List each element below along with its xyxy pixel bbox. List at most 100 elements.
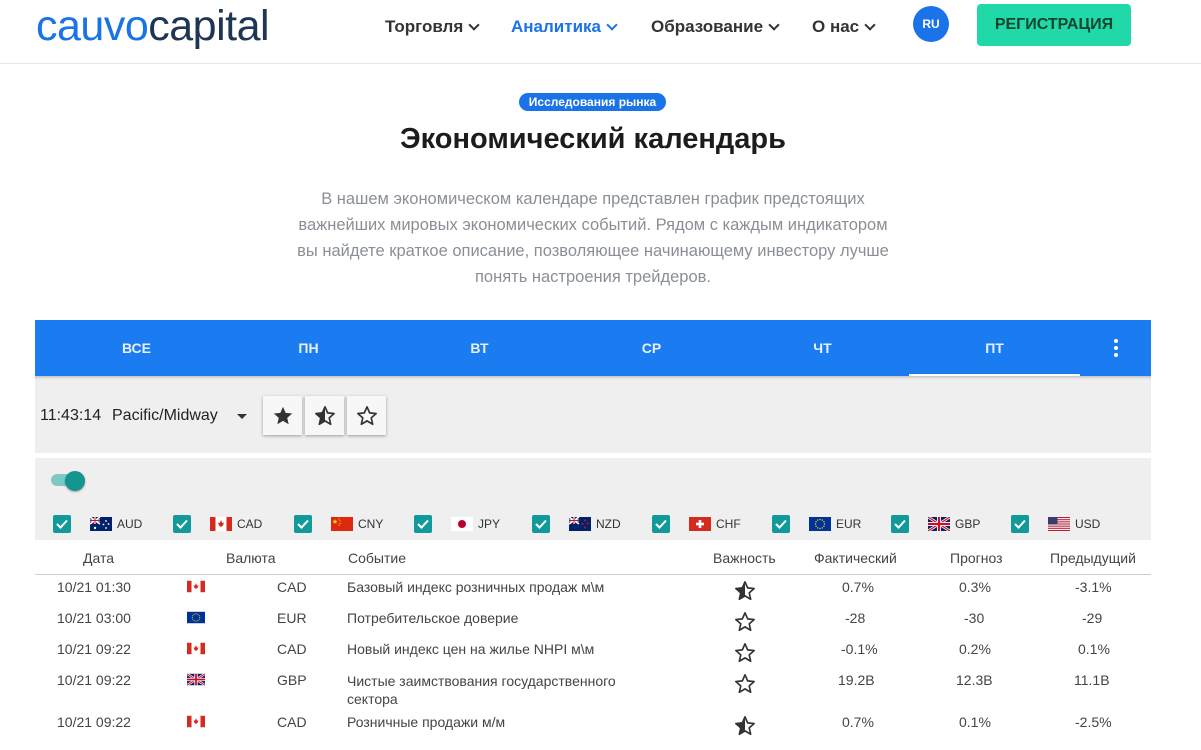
importance-high-button[interactable] <box>263 396 302 435</box>
row-event[interactable]: Базовый индекс розничных продаж м\м <box>347 579 604 595</box>
checkbox[interactable] <box>532 515 550 533</box>
header-event[interactable]: Событие <box>348 550 406 566</box>
currency-code: AUD <box>117 517 143 531</box>
logo[interactable]: cauvocapital <box>36 2 270 51</box>
checkbox[interactable] <box>294 515 312 533</box>
row-currency: CAD <box>277 714 307 730</box>
row-previous: 11.1B <box>1074 672 1110 688</box>
flag-eu-icon <box>809 517 831 531</box>
checkbox[interactable] <box>53 515 71 533</box>
flag-switzerland-icon <box>689 517 711 531</box>
register-button[interactable]: РЕГИСТРАЦИЯ <box>977 4 1131 46</box>
table-row[interactable]: 10/21 09:22 GBP Чистые заимствования гос… <box>35 672 1151 714</box>
logo-part-2: capital <box>148 2 270 50</box>
table-row[interactable]: 10/21 01:30 CAD Базовый индекс розничных… <box>35 579 1151 610</box>
calendar-toolbar: 11:43:14 Pacific/Midway <box>35 376 1151 453</box>
header-date[interactable]: Дата <box>83 550 114 566</box>
nav-education[interactable]: Образование <box>651 16 780 38</box>
star-outline-icon <box>735 674 755 694</box>
row-event[interactable]: Новый индекс цен на жилье NHPI м\м <box>347 641 594 657</box>
chevron-down-icon <box>606 18 618 31</box>
importance-medium-button[interactable] <box>305 396 344 435</box>
checkbox[interactable] <box>414 515 432 533</box>
importance-low-button[interactable] <box>347 396 386 435</box>
table-row[interactable]: 10/21 09:22 CAD Новый индекс цен на жиль… <box>35 641 1151 672</box>
nav-label: Образование <box>651 17 764 36</box>
currency-filter-gbp[interactable]: GBP <box>891 515 980 533</box>
row-event[interactable]: Потребительское доверие <box>347 610 518 626</box>
checkbox[interactable] <box>652 515 670 533</box>
star-outline-icon <box>356 405 377 425</box>
language-button[interactable]: RU <box>913 6 949 42</box>
tab-thursday[interactable]: ЧТ <box>737 320 908 376</box>
header-forecast[interactable]: Прогноз <box>950 550 1003 566</box>
row-date: 10/21 09:22 <box>57 641 131 657</box>
flag-uk-icon <box>928 517 950 531</box>
header-previous[interactable]: Предыдущий <box>1050 550 1136 566</box>
flag-uk-icon <box>187 673 205 686</box>
row-currency: GBP <box>277 672 307 688</box>
currency-filter-eur[interactable]: EUR <box>772 515 861 533</box>
row-date: 10/21 03:00 <box>57 610 131 626</box>
row-actual: 0.7% <box>842 579 874 595</box>
checkbox[interactable] <box>772 515 790 533</box>
currency-code: EUR <box>836 517 862 531</box>
toggle-knob[interactable] <box>65 471 85 491</box>
row-event[interactable]: Розничные продажи м/м <box>347 714 505 730</box>
currency-filter-jpy[interactable]: JPY <box>414 515 500 533</box>
row-date: 10/21 09:22 <box>57 714 131 730</box>
header-importance[interactable]: Важность <box>713 550 776 566</box>
currency-filter-cny[interactable]: CNY <box>294 515 383 533</box>
nav-label: Торговля <box>385 17 464 36</box>
row-previous: -2.5% <box>1075 714 1112 730</box>
timezone-select[interactable]: Pacific/Midway <box>112 407 218 425</box>
checkbox[interactable] <box>173 515 191 533</box>
row-event[interactable]: Чистые заимствования государственного се… <box>347 672 667 708</box>
row-actual: -0.1% <box>841 641 878 657</box>
tab-wednesday[interactable]: СР <box>566 320 737 376</box>
header-actual[interactable]: Фактический <box>814 550 897 566</box>
currency-code: GBP <box>955 517 981 531</box>
row-forecast: 12.3B <box>956 672 993 688</box>
currency-filter-nzd[interactable]: NZD <box>532 515 621 533</box>
currency-code: NZD <box>596 517 621 531</box>
currency-filter-chf[interactable]: CHF <box>652 515 741 533</box>
table-row[interactable]: 10/21 09:22 CAD Розничные продажи м/м 0.… <box>35 714 1151 745</box>
currency-filters: AUD CAD CNY JPY NZD CHF EUR GBP USD <box>35 458 1151 540</box>
tab-friday[interactable]: ПТ <box>909 320 1080 376</box>
currency-filter-usd[interactable]: USD <box>1011 515 1100 533</box>
checkbox[interactable] <box>1011 515 1029 533</box>
tab-monday[interactable]: ПН <box>223 320 394 376</box>
row-previous: 0.1% <box>1078 641 1110 657</box>
nav-about[interactable]: О нас <box>812 16 876 38</box>
checkbox[interactable] <box>891 515 909 533</box>
flag-canada-icon <box>187 715 205 728</box>
row-forecast: 0.1% <box>959 714 991 730</box>
table-header: Дата Валюта Событие Важность Фактический… <box>35 541 1151 575</box>
row-date: 10/21 01:30 <box>57 579 131 595</box>
flag-canada-icon <box>187 642 205 655</box>
star-half-icon <box>314 405 335 425</box>
row-previous: -29 <box>1082 610 1103 626</box>
flag-japan-icon <box>451 517 473 531</box>
table-row[interactable]: 10/21 03:00 EUR Потребительское доверие … <box>35 610 1151 641</box>
flag-usa-icon <box>1048 517 1070 531</box>
currency-filter-cad[interactable]: CAD <box>173 515 262 533</box>
row-forecast: 0.3% <box>959 579 991 595</box>
nav-analytics[interactable]: Аналитика <box>511 16 618 38</box>
star-filled-icon <box>273 406 292 424</box>
tab-all[interactable]: ВСЕ <box>51 320 222 376</box>
caret-down-icon[interactable] <box>237 414 247 419</box>
nav-trading[interactable]: Торговля <box>385 16 480 38</box>
currency-filter-aud[interactable]: AUD <box>53 515 142 533</box>
day-tabs: ВСЕ ПН ВТ СР ЧТ ПТ <box>35 320 1151 376</box>
clock: 11:43:14 <box>40 407 102 424</box>
header-currency[interactable]: Валюта <box>226 550 276 566</box>
currency-code: JPY <box>478 517 501 531</box>
tab-tuesday[interactable]: ВТ <box>394 320 565 376</box>
row-date: 10/21 09:22 <box>57 672 131 688</box>
nav-label: О нас <box>812 17 860 36</box>
more-options-icon[interactable] <box>1108 320 1124 376</box>
currency-code: CHF <box>716 517 741 531</box>
star-half-icon <box>735 581 755 601</box>
